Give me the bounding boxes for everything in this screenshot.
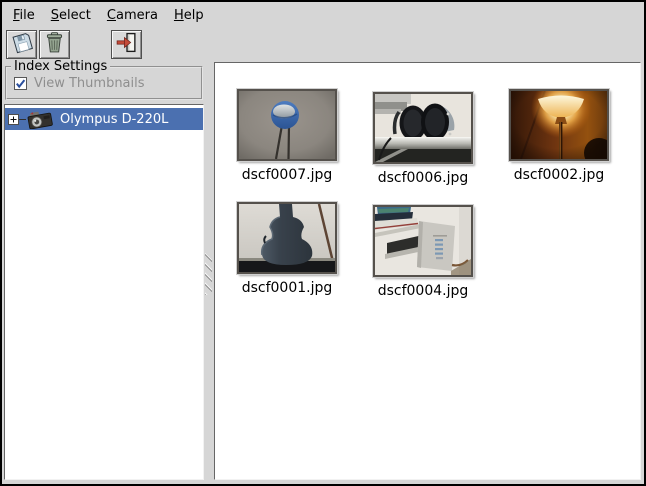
pane-splitter[interactable]	[204, 62, 214, 480]
thumbnail-filename: dscf0002.jpg	[514, 167, 605, 183]
thumbnail-dscf0004[interactable]: dscf0004.jpg	[373, 202, 473, 299]
camera-icon	[27, 110, 53, 129]
thumbnail-dscf0002[interactable]: dscf0002.jpg	[509, 89, 609, 186]
trash-icon	[43, 31, 66, 58]
thumbnail-panel: dscf0007.jpg	[214, 62, 641, 480]
thumbnail-filename: dscf0004.jpg	[378, 283, 469, 299]
view-thumbnails-label: View Thumbnails	[34, 76, 145, 91]
camera-tree: Olympus D-220L	[4, 104, 204, 480]
thumbnail-grid: dscf0007.jpg	[215, 63, 640, 299]
tree-connector-line	[19, 119, 26, 120]
thumbnail-photo-headphones	[373, 92, 473, 164]
menu-item-select[interactable]: Select	[43, 4, 99, 27]
index-settings-frame: Index Settings View Thumbnails	[5, 66, 203, 100]
tree-item-olympus-d220l[interactable]: Olympus D-220L	[5, 108, 203, 130]
exit-button[interactable]	[111, 30, 142, 59]
menu-item-camera[interactable]: Camera	[99, 4, 166, 27]
thumbnail-photo-capacitor	[237, 89, 337, 161]
tree-item-label: Olympus D-220L	[60, 112, 168, 127]
thumbnail-filename: dscf0001.jpg	[242, 280, 333, 296]
thumbnail-photo-printer	[373, 205, 473, 277]
exit-door-icon	[115, 31, 138, 58]
checkbox-icon	[14, 77, 27, 90]
thumbnail-dscf0001[interactable]: dscf0001.jpg	[237, 202, 337, 299]
tree-expander-icon[interactable]	[8, 114, 19, 125]
menu-bar: File Select Camera Help	[2, 2, 644, 28]
thumbnail-dscf0006[interactable]: dscf0006.jpg	[373, 89, 473, 186]
thumbnail-photo-lamp	[509, 89, 609, 161]
thumbnail-photo-guitar-case	[237, 202, 337, 274]
toolbar	[2, 28, 644, 60]
thumbnail-filename: dscf0006.jpg	[378, 170, 469, 186]
delete-button[interactable]	[39, 30, 70, 59]
menu-item-file[interactable]: File	[5, 4, 43, 27]
floppy-disk-icon	[10, 30, 34, 58]
menu-item-help[interactable]: Help	[166, 4, 212, 27]
splitter-grip-icon	[205, 253, 212, 295]
app-window: File Select Camera Help	[0, 0, 646, 486]
thumbnail-dscf0007[interactable]: dscf0007.jpg	[237, 89, 337, 186]
thumbnail-filename: dscf0007.jpg	[242, 167, 333, 183]
index-settings-title: Index Settings	[11, 59, 110, 74]
save-button[interactable]	[6, 30, 37, 59]
